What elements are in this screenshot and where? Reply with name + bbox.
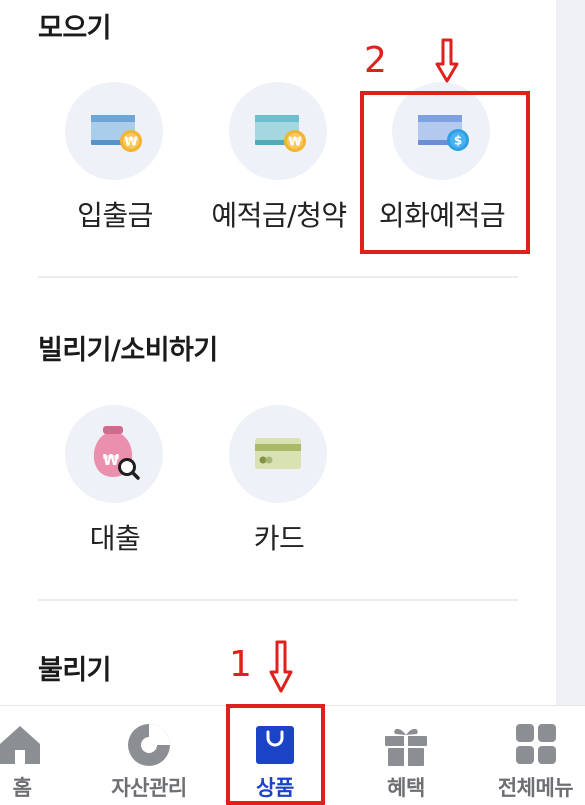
home-icon xyxy=(0,726,40,764)
loan-icon-circle: ₩ xyxy=(65,405,163,503)
svg-text:₩: ₩ xyxy=(288,135,302,149)
card-icon-circle xyxy=(229,405,327,503)
nav-tab-asset-management[interactable]: 자산관리 xyxy=(100,706,198,805)
annotation-arrow-down-icon xyxy=(435,38,459,83)
deposit-icon-circle: ₩ xyxy=(65,82,163,180)
nav-tab-benefits[interactable]: 혜택 xyxy=(357,706,455,805)
nav-tab-all-menu-label: 전체메뉴 xyxy=(497,776,574,800)
svg-text:₩: ₩ xyxy=(103,451,120,469)
section-title-borrow: 빌리기/소비하기 xyxy=(38,335,218,366)
section-title-save: 모으기 xyxy=(38,13,112,44)
scrollbar-track[interactable] xyxy=(556,0,585,705)
credit-card-icon xyxy=(255,438,301,469)
nav-tab-benefits-label: 혜택 xyxy=(387,776,425,800)
product-card[interactable]: 카드 xyxy=(199,405,359,575)
annotation-step-1: 1 xyxy=(229,644,252,685)
section-title-grow: 불리기 xyxy=(38,655,112,686)
annotation-step-2: 2 xyxy=(364,40,387,81)
deposit-label: 입출금 xyxy=(77,199,153,232)
annotation-box-foreign-savings xyxy=(360,91,530,254)
product-savings-subscription[interactable]: ₩ 예적금/청약 xyxy=(199,82,359,252)
annotation-arrow-down-icon xyxy=(269,640,293,693)
pie-chart-icon xyxy=(128,724,170,766)
nav-tab-home-label: 홈 xyxy=(12,776,32,800)
product-loan[interactable]: ₩ 대출 xyxy=(35,405,195,575)
nav-tab-home[interactable]: 홈 xyxy=(0,706,44,805)
section-divider xyxy=(38,276,518,278)
gift-icon xyxy=(385,728,427,766)
savings-icon-circle: ₩ xyxy=(229,82,327,180)
bank-card-won-icon: ₩ xyxy=(91,115,142,152)
section-divider xyxy=(38,599,518,601)
annotation-box-products-tab xyxy=(226,704,325,805)
nav-tab-all-menu[interactable]: 전체메뉴 xyxy=(486,706,585,805)
loan-bag-search-icon: ₩ xyxy=(93,426,140,480)
product-deposit-withdrawal[interactable]: ₩ 입출금 xyxy=(35,82,195,252)
loan-label: 대출 xyxy=(89,522,141,555)
nav-tab-asset-management-label: 자산관리 xyxy=(111,776,187,800)
savings-card-won-icon: ₩ xyxy=(255,115,306,152)
grid-menu-icon xyxy=(515,724,556,764)
savings-label: 예적금/청약 xyxy=(211,199,347,232)
svg-text:₩: ₩ xyxy=(124,135,138,149)
card-label: 카드 xyxy=(253,522,305,555)
